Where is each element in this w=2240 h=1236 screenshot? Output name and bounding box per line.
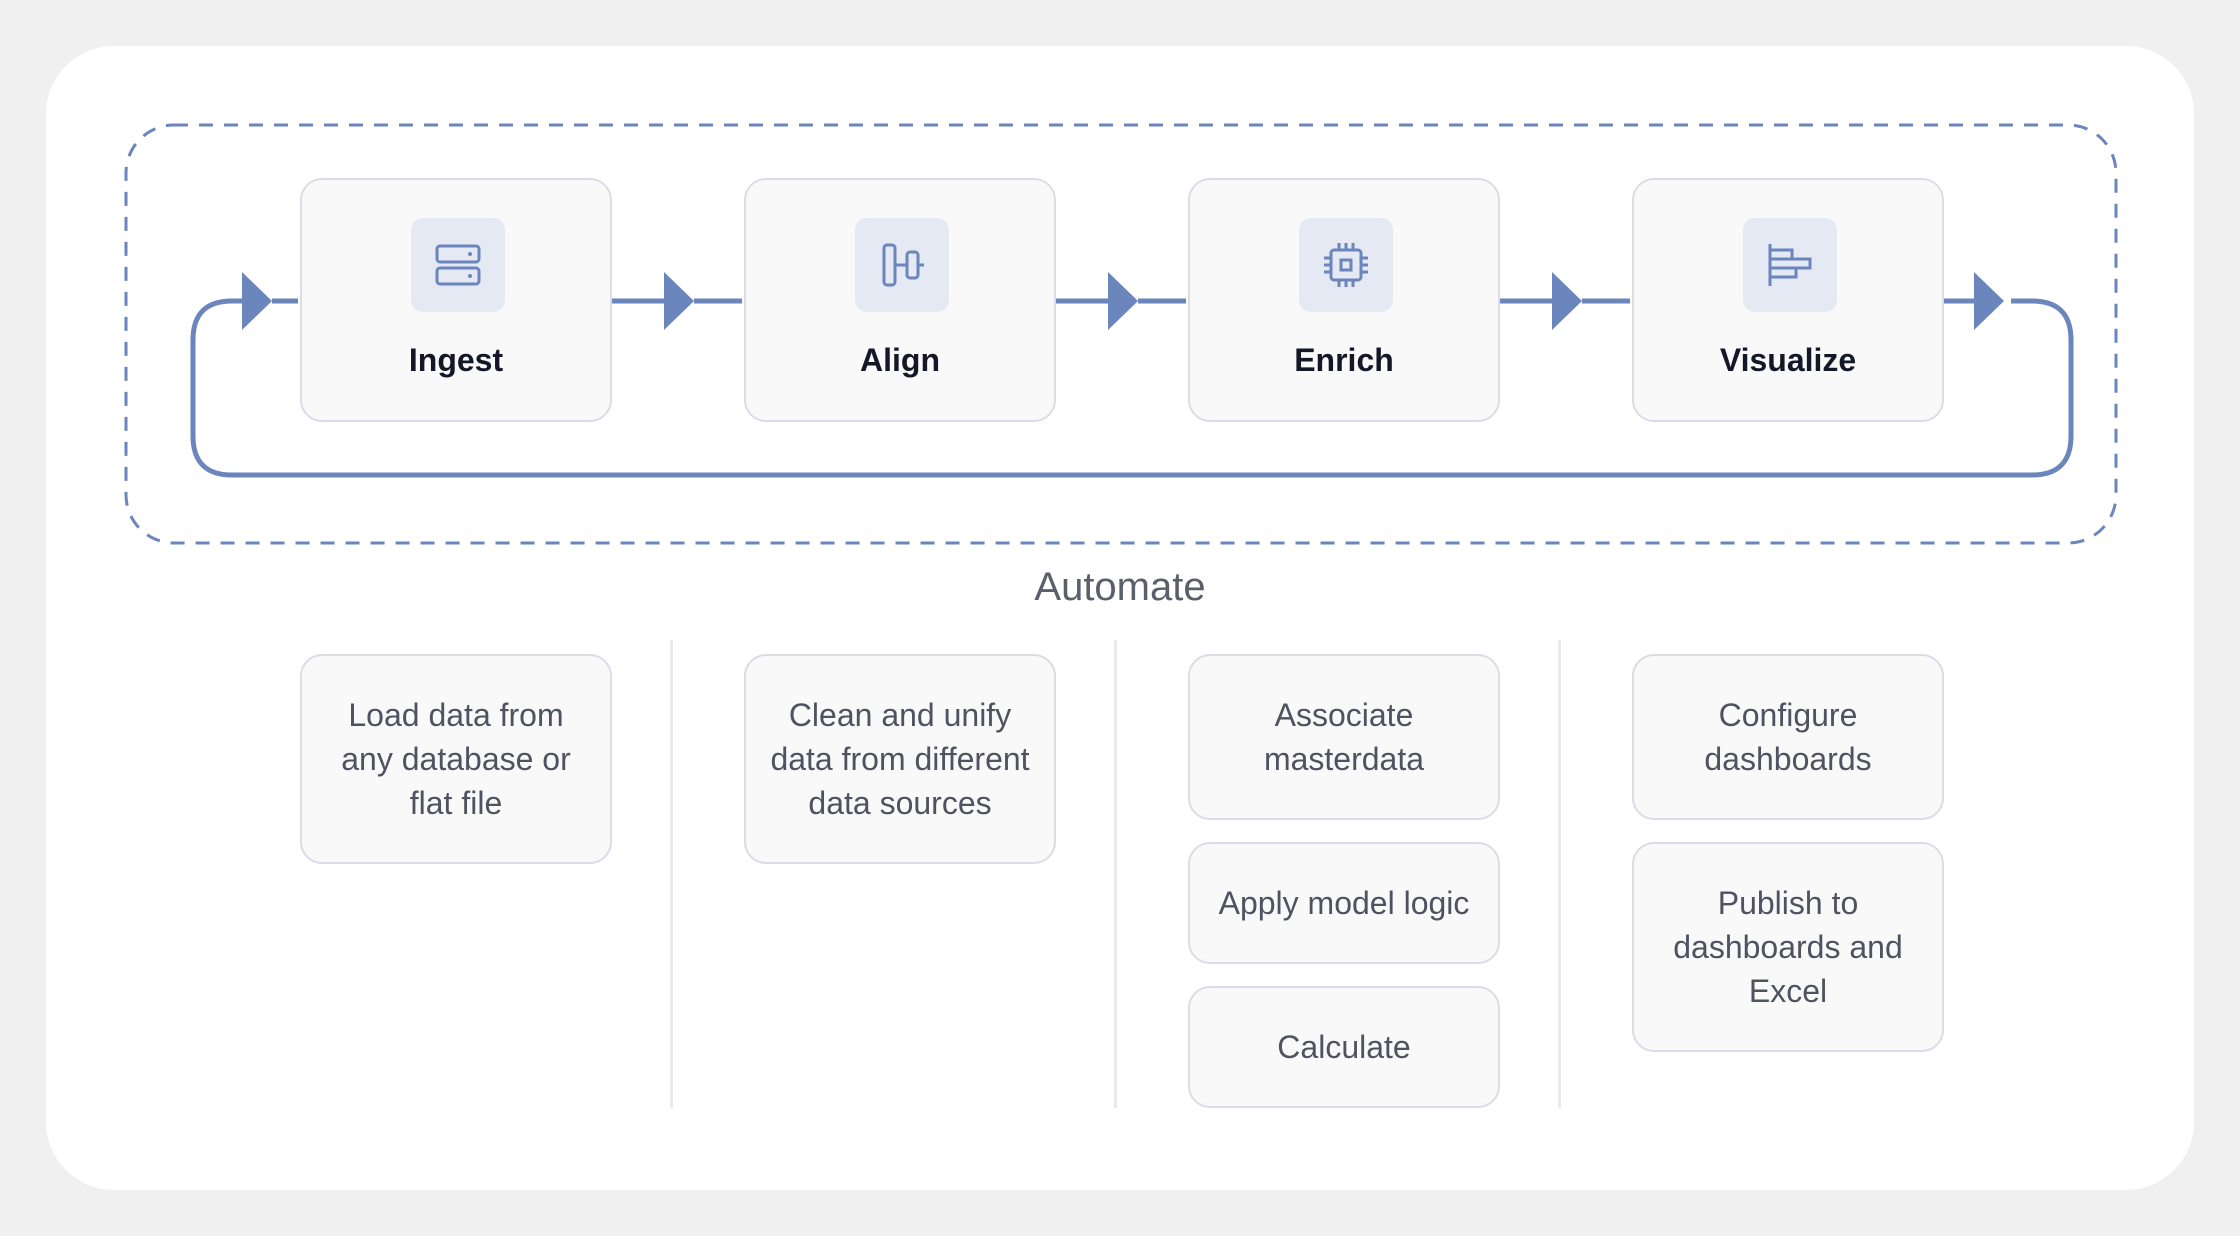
task-clean-unify: Clean and unify data from different data… <box>744 654 1056 864</box>
stage-ingest: Ingest <box>300 178 612 422</box>
task-publish: Publish to dashboards and Excel <box>1632 842 1944 1052</box>
stage-label-align: Align <box>860 342 940 378</box>
stage-label-ingest: Ingest <box>408 342 504 378</box>
cpu-chip-icon <box>1299 218 1393 312</box>
arrowhead-enrich-visualize <box>1552 272 1582 330</box>
server-icon <box>411 218 505 312</box>
column-divider <box>1114 640 1117 1108</box>
arrowhead-end <box>1974 272 2004 330</box>
column-divider <box>1558 640 1561 1108</box>
stage-enrich: Enrich <box>1188 178 1500 422</box>
task-calculate: Calculate <box>1188 986 1500 1108</box>
arrowhead-start <box>242 272 272 330</box>
stage-label-enrich: Enrich <box>1294 342 1394 378</box>
arrowhead-ingest-align <box>664 272 694 330</box>
task-associate-masterdata: Associate masterdata <box>1188 654 1500 820</box>
bar-chart-horizontal-icon <box>1743 218 1837 312</box>
automate-label: Automate <box>1034 565 1206 609</box>
align-center-icon <box>855 218 949 312</box>
stage-align: Align <box>744 178 1056 422</box>
task-load-data: Load data from any database or flat file <box>300 654 612 864</box>
stage-label-visualize: Visualize <box>1719 342 1857 378</box>
task-apply-model-logic: Apply model logic <box>1188 842 1500 964</box>
column-divider <box>670 640 673 1108</box>
task-configure-dashboards: Configure dashboards <box>1632 654 1944 820</box>
arrowhead-align-enrich <box>1108 272 1138 330</box>
stage-visualize: Visualize <box>1632 178 1944 422</box>
